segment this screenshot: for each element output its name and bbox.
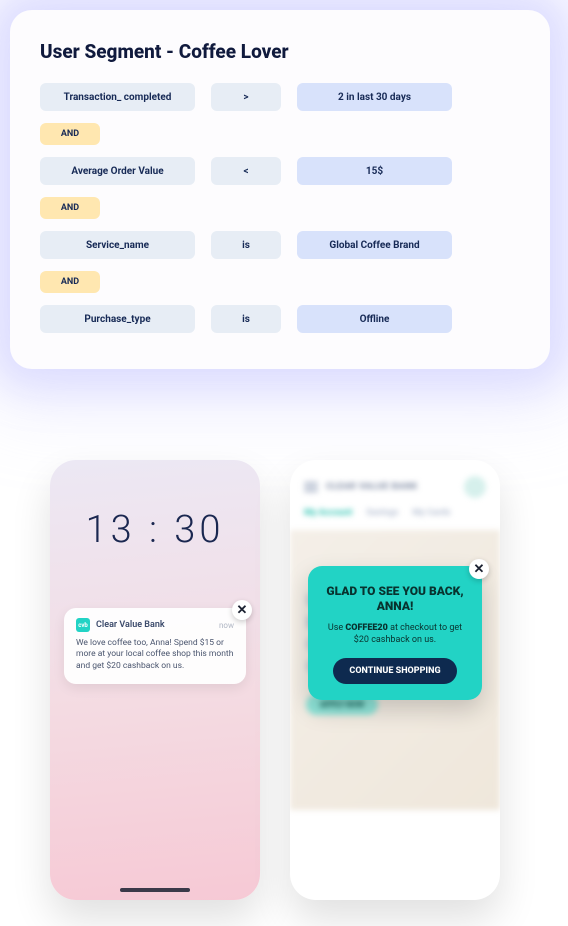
tab-savings[interactable]: Savings [366,508,398,518]
rule-value-chip[interactable]: Offline [297,305,452,333]
tab-my-cards[interactable]: My Cards [412,508,450,518]
lockscreen-clock: 13 : 30 [50,508,260,552]
phone-mockups: 13 : 30 ✕ cvb Clear Value Bank now We lo… [50,460,500,900]
rule-row: Service_name is Global Coffee Brand [40,231,520,259]
rule-attribute-chip[interactable]: Transaction_ completed [40,83,195,111]
segment-panel: User Segment - Coffee Lover Transaction_… [10,10,550,369]
avatar[interactable] [464,476,486,498]
rule-operator-chip[interactable]: is [211,231,281,259]
app-tabs: My Account Savings My Cards [290,508,500,530]
phone-app: CLEAR VALUE BANK My Account Savings My C… [290,460,500,900]
push-notification[interactable]: ✕ cvb Clear Value Bank now We love coffe… [64,608,246,684]
popup-code: COFFEE20 [345,623,387,633]
tab-my-account[interactable]: My Account [304,508,352,518]
rule-attribute-chip[interactable]: Average Order Value [40,157,195,185]
popup-body: Use COFFEE20 at checkout to get $20 cash… [324,622,466,646]
notification-time: now [219,621,234,630]
and-chip: AND [40,123,100,145]
rule-row: Purchase_type is Offline [40,305,520,333]
rule-value-chip[interactable]: 2 in last 30 days [297,83,452,111]
app-icon: cvb [76,618,90,632]
menu-icon[interactable] [304,482,318,492]
rule-row: Average Order Value < 15$ [40,157,520,185]
and-chip: AND [40,271,100,293]
home-indicator[interactable] [120,888,190,892]
rule-operator-chip[interactable]: < [211,157,281,185]
rule-attribute-chip[interactable]: Service_name [40,231,195,259]
close-icon[interactable]: ✕ [232,600,252,620]
continue-shopping-button[interactable]: CONTINUE SHOPPING [333,658,456,684]
rule-attribute-chip[interactable]: Purchase_type [40,305,195,333]
popup-title: GLAD TO SEE YOU BACK, ANNA! [324,584,466,614]
close-icon[interactable]: ✕ [469,559,489,579]
popup-body-prefix: Use [328,623,346,633]
notification-header: cvb Clear Value Bank now [76,618,234,632]
segment-title: User Segment - Coffee Lover [40,40,520,63]
rule-row: Transaction_ completed > 2 in last 30 da… [40,83,520,111]
rule-operator-chip[interactable]: is [211,305,281,333]
app-title: CLEAR VALUE BANK [326,482,418,492]
and-chip: AND [40,197,100,219]
app-header: CLEAR VALUE BANK [290,460,500,508]
notification-body: We love coffee too, Anna! Spend $15 or m… [76,638,234,672]
rule-operator-chip[interactable]: > [211,83,281,111]
notification-app-name: Clear Value Bank [96,620,165,630]
phone-lockscreen: 13 : 30 ✕ cvb Clear Value Bank now We lo… [50,460,260,900]
rule-value-chip[interactable]: Global Coffee Brand [297,231,452,259]
rule-value-chip[interactable]: 15$ [297,157,452,185]
promo-popup: ✕ GLAD TO SEE YOU BACK, ANNA! Use COFFEE… [308,566,482,700]
